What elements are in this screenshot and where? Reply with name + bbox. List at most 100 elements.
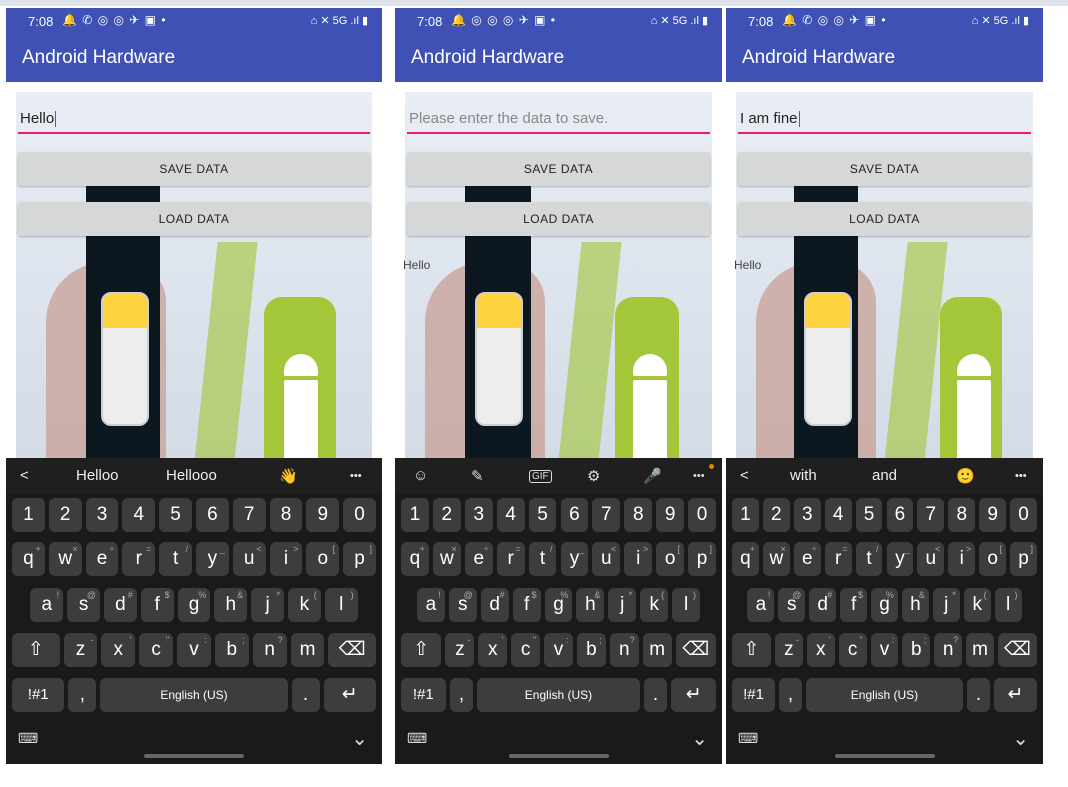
enter-key[interactable]: ↵	[323, 678, 376, 712]
key-k[interactable]: k(	[640, 588, 669, 622]
key-u[interactable]: u <	[592, 542, 621, 576]
key-w[interactable]: w ×	[432, 542, 461, 576]
period-key[interactable]: .	[291, 678, 320, 712]
space-key[interactable]: English (US)	[477, 678, 640, 712]
keyboard-icon[interactable]: ⌨	[407, 730, 428, 747]
load-data-button[interactable]: LOAD DATA	[407, 202, 710, 236]
key-5[interactable]: 5	[855, 498, 883, 532]
key-w[interactable]: w ×	[762, 542, 790, 576]
key-n[interactable]: n?	[934, 633, 963, 667]
keyboard-icon[interactable]: ⌨	[18, 730, 39, 747]
comma-key[interactable]: ,	[68, 678, 97, 712]
key-w[interactable]: w ×	[48, 542, 82, 576]
backspace-key[interactable]: ⌫	[675, 633, 716, 667]
key-u[interactable]: u <	[917, 542, 945, 576]
key-l[interactable]: l)	[672, 588, 701, 622]
key-f[interactable]: f $	[512, 588, 541, 622]
suggestion-1[interactable]: with	[790, 467, 817, 484]
backspace-key[interactable]: ⌫	[997, 633, 1037, 667]
key-j[interactable]: j *	[608, 588, 637, 622]
emoji-suggestion-icon[interactable]: 👋	[279, 467, 298, 485]
save-data-button[interactable]: SAVE DATA	[738, 152, 1031, 186]
key-b[interactable]: b;	[214, 633, 249, 667]
load-data-button[interactable]: LOAD DATA	[18, 202, 370, 236]
key-9[interactable]: 9	[306, 498, 340, 532]
key-s[interactable]: s @	[778, 588, 806, 622]
key-n[interactable]: n?	[252, 633, 287, 667]
key-e[interactable]: e ÷	[793, 542, 821, 576]
key-j[interactable]: j *	[251, 588, 284, 622]
key-c[interactable]: c "	[511, 633, 541, 667]
load-data-button[interactable]: LOAD DATA	[738, 202, 1031, 236]
space-key[interactable]: English (US)	[100, 678, 288, 712]
key-s[interactable]: s @	[67, 588, 100, 622]
more-icon[interactable]: •••	[1015, 470, 1027, 482]
key-y[interactable]: y _	[886, 542, 914, 576]
key-3[interactable]: 3	[85, 498, 119, 532]
key-5[interactable]: 5	[159, 498, 192, 532]
microphone-icon[interactable]: 🎤	[643, 467, 662, 485]
key-2[interactable]: 2	[432, 498, 461, 532]
key-8[interactable]: 8	[948, 498, 976, 532]
key-d[interactable]: d #	[480, 588, 509, 622]
key-7[interactable]: 7	[592, 498, 621, 532]
more-icon[interactable]: •••	[350, 470, 362, 482]
key-v[interactable]: v:	[870, 633, 899, 667]
key-l[interactable]: l)	[994, 588, 1022, 622]
key-g[interactable]: g%	[177, 588, 211, 622]
key-g[interactable]: g%	[871, 588, 898, 622]
enter-key[interactable]: ↵	[671, 678, 716, 712]
shift-key[interactable]: ⇧	[732, 633, 771, 667]
settings-icon[interactable]: ⚙	[587, 467, 600, 485]
key-8[interactable]: 8	[624, 498, 653, 532]
home-indicator[interactable]	[508, 754, 609, 758]
key-6[interactable]: 6	[196, 498, 229, 532]
key-7[interactable]: 7	[917, 498, 945, 532]
key-b[interactable]: b;	[902, 633, 931, 667]
key-v[interactable]: v:	[544, 633, 573, 667]
key-z[interactable]: z-	[445, 633, 475, 667]
key-z[interactable]: z-	[63, 633, 98, 667]
key-m[interactable]: m	[290, 633, 325, 667]
emoji-suggestion-icon[interactable]: 🙂	[956, 467, 975, 485]
key-c[interactable]: c "	[838, 633, 867, 667]
suggestion-2[interactable]: and	[872, 467, 897, 484]
key-n[interactable]: n?	[609, 633, 639, 667]
data-input[interactable]: Hello	[18, 104, 370, 134]
period-key[interactable]: .	[643, 678, 668, 712]
suggestion-1[interactable]: Helloo	[76, 467, 119, 484]
key-0[interactable]: 0	[343, 498, 376, 532]
key-a[interactable]: a!	[416, 588, 445, 622]
key-e[interactable]: e ÷	[85, 542, 119, 576]
key-5[interactable]: 5	[528, 498, 557, 532]
key-q[interactable]: q +	[12, 542, 45, 576]
home-indicator[interactable]	[144, 754, 244, 758]
save-data-button[interactable]: SAVE DATA	[407, 152, 710, 186]
key-g[interactable]: g%	[544, 588, 573, 622]
key-1[interactable]: 1	[12, 498, 45, 532]
key-y[interactable]: y _	[560, 542, 589, 576]
key-k[interactable]: k(	[288, 588, 321, 622]
key-t[interactable]: t /	[855, 542, 883, 576]
key-x[interactable]: x '	[101, 633, 136, 667]
key-i[interactable]: i >	[948, 542, 976, 576]
key-4[interactable]: 4	[122, 498, 156, 532]
key-f[interactable]: f $	[140, 588, 174, 622]
keyboard-icon[interactable]: ⌨	[738, 730, 759, 747]
chevron-down-icon[interactable]: ⌄	[1012, 726, 1029, 751]
key-r[interactable]: r =	[824, 542, 852, 576]
symbols-key[interactable]: !#1	[12, 678, 65, 712]
data-input[interactable]: Please enter the data to save.	[407, 104, 710, 134]
key-y[interactable]: y _	[196, 542, 229, 576]
key-8[interactable]: 8	[269, 498, 303, 532]
key-9[interactable]: 9	[656, 498, 685, 532]
key-1[interactable]: 1	[732, 498, 759, 532]
key-7[interactable]: 7	[232, 498, 266, 532]
key-p[interactable]: p]	[688, 542, 716, 576]
key-h[interactable]: h &	[901, 588, 929, 622]
period-key[interactable]: .	[967, 678, 990, 712]
data-input[interactable]: I am fine	[738, 104, 1031, 134]
comma-key[interactable]: ,	[449, 678, 474, 712]
key-6[interactable]: 6	[560, 498, 589, 532]
back-suggestion-icon[interactable]: <	[20, 467, 29, 484]
